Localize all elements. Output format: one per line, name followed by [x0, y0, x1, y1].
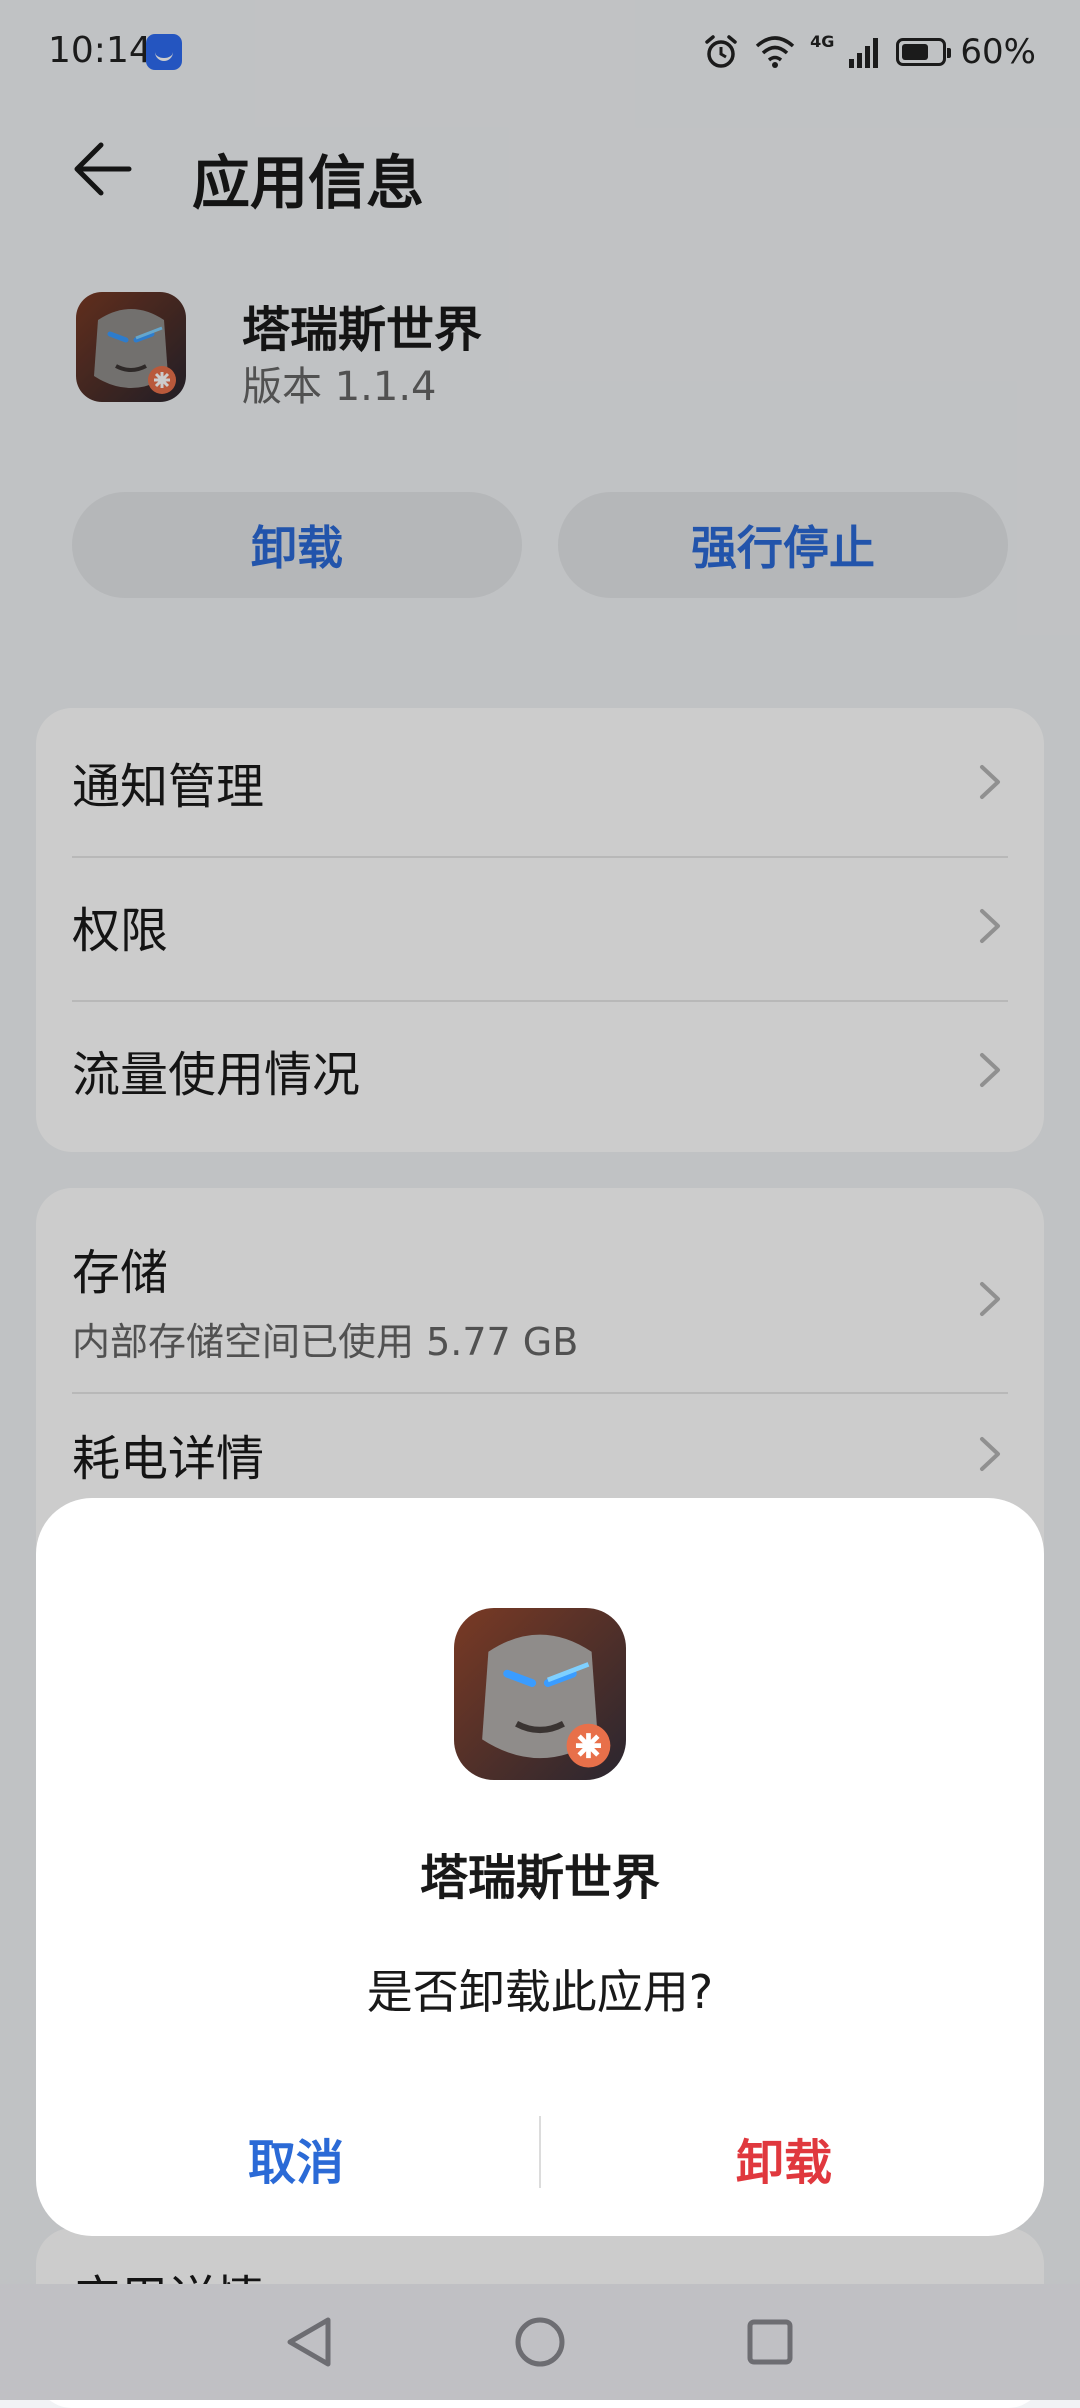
dialog-message: 是否卸载此应用?	[366, 1965, 714, 2019]
confirm-uninstall-button[interactable]: 卸载	[544, 2108, 1024, 2208]
navigation-bar	[0, 2284, 1080, 2400]
nav-recents-button[interactable]	[740, 2312, 800, 2372]
dialog-app-name: 塔瑞斯世界	[419, 1850, 660, 1906]
cancel-button[interactable]: 取消	[56, 2108, 536, 2208]
uninstall-dialog: 塔瑞斯世界 是否卸载此应用? 取消 卸载	[36, 1498, 1044, 2236]
app-info-screen: 10:14 4G 60% 应用信息 塔瑞斯世界 版本 1.1.4 卸载 强行停止…	[0, 0, 1080, 2408]
nav-back-button[interactable]	[278, 2312, 338, 2372]
triangle-back-icon	[287, 2317, 331, 2367]
nav-home-button[interactable]	[510, 2312, 570, 2372]
dialog-app-icon	[454, 1608, 626, 1780]
button-separator	[539, 2116, 541, 2188]
square-recents-icon	[747, 2319, 793, 2365]
circle-home-icon	[515, 2317, 565, 2367]
